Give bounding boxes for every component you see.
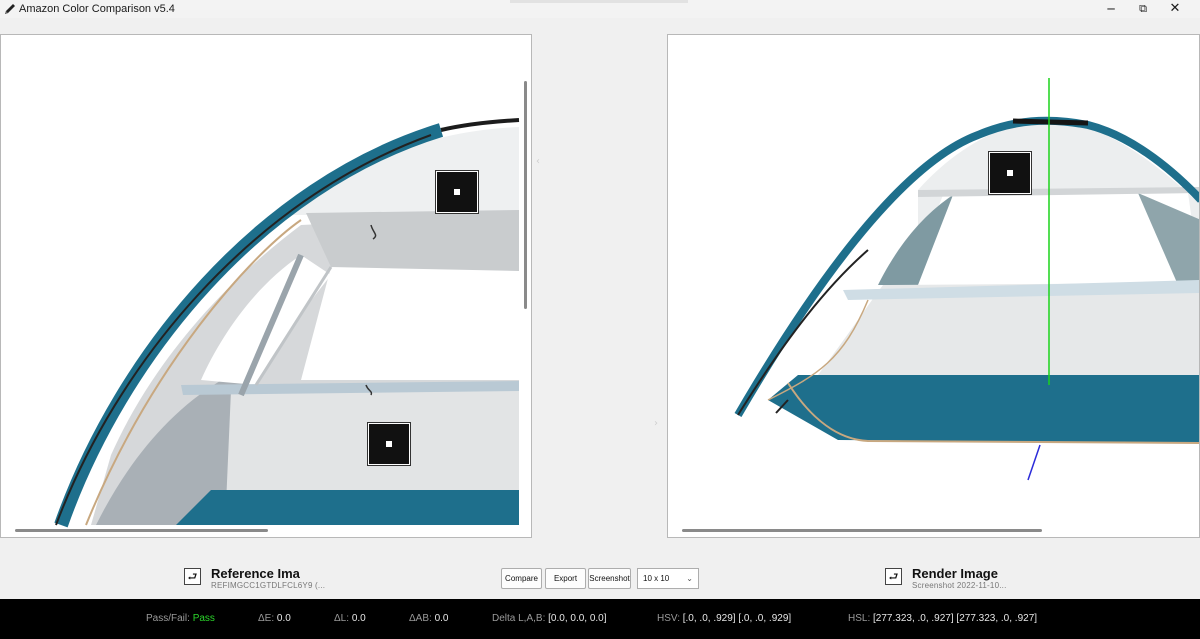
render-image-info: ⮐ Render Image Screenshot 2022-11-10... (885, 566, 1085, 592)
reference-image-panel[interactable] (0, 34, 532, 538)
delta-ab-stat: ΔAB: 0.0 (409, 613, 449, 624)
render-image-panel[interactable] (667, 34, 1200, 538)
status-bar: Pass/Fail: Pass ΔE: 0.0 ΔL: 0.0 ΔAB: 0.0… (0, 599, 1200, 639)
swap-icon[interactable]: ⮐ (184, 568, 201, 585)
pass-badge: Pass (192, 613, 215, 624)
right-collapse-arrow[interactable]: › (654, 418, 658, 429)
reference-tent-image (54, 118, 520, 528)
delta-l-stat: ΔL: 0.0 (334, 613, 366, 624)
render-horizontal-scrollbar[interactable] (682, 529, 1042, 532)
swap-icon[interactable]: ⮐ (885, 568, 902, 585)
grid-size-value: 10 x 10 (643, 574, 670, 583)
reference-image-filename: REFIMGCC1GTDLFCL6Y9 (... (211, 581, 326, 590)
title-grip (510, 0, 688, 3)
delta-e-stat: ΔE: 0.0 (258, 613, 291, 624)
hsl-stat: HSL: [277.323, .0, .927] [277.323, .0, .… (848, 613, 1038, 624)
close-button[interactable]: ✕ (1160, 0, 1190, 18)
left-collapse-arrow[interactable]: ‹ (536, 156, 540, 167)
app-window: Amazon Color Comparison v5.4 ─ ⧉ ✕ ‹ › ⮐… (0, 0, 1200, 639)
export-button[interactable]: Export (545, 568, 586, 589)
reference-image-title: Reference Ima (211, 566, 300, 581)
reference-image-info: ⮐ Reference Ima REFIMGCC1GTDLFCL6Y9 (... (184, 566, 384, 592)
reference-horizontal-scrollbar[interactable] (15, 529, 268, 532)
render-image-title: Render Image (912, 566, 998, 581)
hsv-stat: HSV: [.0, .0, .929] [.0, .0, .929] (657, 613, 792, 624)
window-title: Amazon Color Comparison v5.4 (19, 3, 175, 15)
render-sample-marker[interactable] (988, 151, 1032, 195)
maximize-button[interactable]: ⧉ (1128, 0, 1158, 18)
reference-sample-marker-top[interactable] (435, 170, 479, 214)
pass-fail-stat: Pass/Fail: Pass (146, 613, 215, 624)
title-bar: Amazon Color Comparison v5.4 ─ ⧉ ✕ (0, 0, 1200, 18)
render-image-filename: Screenshot 2022-11-10... (912, 581, 1007, 590)
minimize-button[interactable]: ─ (1096, 0, 1126, 18)
compare-button[interactable]: Compare (501, 568, 542, 589)
pen-icon (5, 4, 15, 14)
delta-lab-stat: Delta L,A,B: [0.0, 0.0, 0.0] (492, 613, 607, 624)
grid-size-select[interactable]: 10 x 10 ⌄ (637, 568, 699, 589)
render-tent-image (734, 78, 1199, 481)
reference-sample-marker-bottom[interactable] (367, 422, 411, 466)
chevron-down-icon: ⌄ (686, 574, 693, 583)
screenshot-button[interactable]: Screenshot (588, 568, 631, 589)
reference-vertical-scrollbar[interactable] (524, 81, 527, 309)
